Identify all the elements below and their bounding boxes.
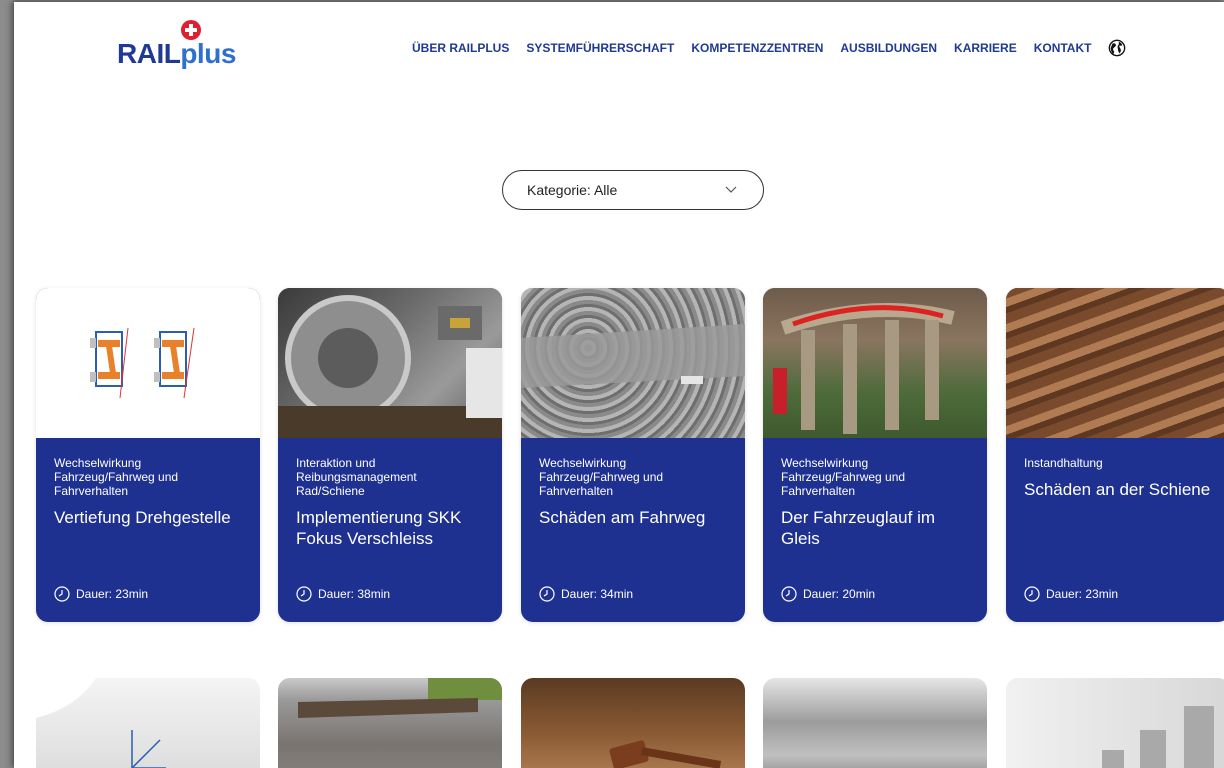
nav-systemfuehrerschaft[interactable]: SYSTEMFÜHRERSCHAFT: [526, 41, 674, 55]
course-card[interactable]: Instandhaltung Schäden an der Schiene Da…: [1006, 288, 1224, 622]
course-duration: Dauer: 38min: [318, 587, 391, 601]
nav-ueber-railplus[interactable]: ÜBER RAILPLUS: [412, 41, 509, 55]
course-image-rails: [1006, 288, 1224, 438]
nav-kontakt[interactable]: KONTAKT: [1034, 41, 1092, 55]
course-image-bogie-diagram: [36, 288, 260, 438]
chevron-down-icon: [725, 186, 737, 193]
main-nav: ÜBER RAILPLUS SYSTEMFÜHRERSCHAFT KOMPETE…: [412, 39, 1126, 57]
course-card-partial[interactable]: [521, 678, 745, 768]
category-filter-label: Kategorie: Alle: [527, 182, 618, 198]
course-category: Instandhaltung: [1024, 456, 1103, 470]
clock-icon: [296, 586, 312, 602]
category-filter-dropdown[interactable]: Kategorie: Alle: [502, 170, 764, 210]
course-category: Interaktion und Reibungsmanagement Rad/S…: [296, 456, 417, 498]
clock-icon: [54, 586, 70, 602]
clock-icon: [1024, 586, 1040, 602]
course-duration: Dauer: 20min: [803, 587, 876, 601]
globe-icon[interactable]: [1108, 39, 1126, 57]
course-card-partial[interactable]: [36, 678, 260, 768]
course-card[interactable]: Wechselwirkung Fahrzeug/Fahrweg und Fahr…: [36, 288, 260, 622]
nav-karriere[interactable]: KARRIERE: [954, 41, 1017, 55]
swiss-cross-icon: [181, 20, 201, 40]
course-card[interactable]: Interaktion und Reibungsmanagement Rad/S…: [278, 288, 502, 622]
course-title: Schäden an der Schiene: [1024, 480, 1211, 499]
course-card[interactable]: Wechselwirkung Fahrzeug/Fahrweg und Fahr…: [763, 288, 987, 622]
course-card[interactable]: Wechselwirkung Fahrzeug/Fahrweg und Fahr…: [521, 288, 745, 622]
clock-icon: [539, 586, 555, 602]
logo-text-rail: RAIL: [117, 38, 181, 69]
course-image-wheel: [278, 288, 502, 438]
course-title: Schäden am Fahrweg: [539, 508, 706, 527]
logo-text-plus: plus: [180, 38, 236, 69]
course-duration: Dauer: 23min: [76, 587, 149, 601]
course-category: Wechselwirkung Fahrzeug/Fahrweg und Fahr…: [781, 456, 906, 498]
course-category: Wechselwirkung Fahrzeug/Fahrweg und Fahr…: [54, 456, 179, 498]
course-title: Der Fahrzeuglauf im Gleis: [781, 508, 936, 548]
clock-icon: [781, 586, 797, 602]
course-card-partial[interactable]: [1006, 678, 1224, 768]
nav-kompetenzzentren[interactable]: KOMPETENZZENTREN: [691, 41, 823, 55]
course-title: Vertiefung Drehgestelle: [54, 508, 231, 527]
course-image-ballast: [521, 288, 745, 438]
course-image-viaduct: [763, 288, 987, 438]
railplus-logo[interactable]: RAILplus: [117, 20, 257, 72]
course-title: Implementierung SKK Fokus Verschleiss: [296, 508, 462, 548]
course-duration: Dauer: 34min: [561, 587, 634, 601]
page: RAILplus ÜBER RAILPLUS SYSTEMFÜHRERSCHAF…: [14, 2, 1224, 768]
course-card-partial[interactable]: [763, 678, 987, 768]
nav-ausbildungen[interactable]: AUSBILDUNGEN: [840, 41, 937, 55]
course-duration: Dauer: 23min: [1046, 587, 1119, 601]
course-category: Wechselwirkung Fahrzeug/Fahrweg und Fahr…: [539, 456, 664, 498]
course-card-partial[interactable]: [278, 678, 502, 768]
